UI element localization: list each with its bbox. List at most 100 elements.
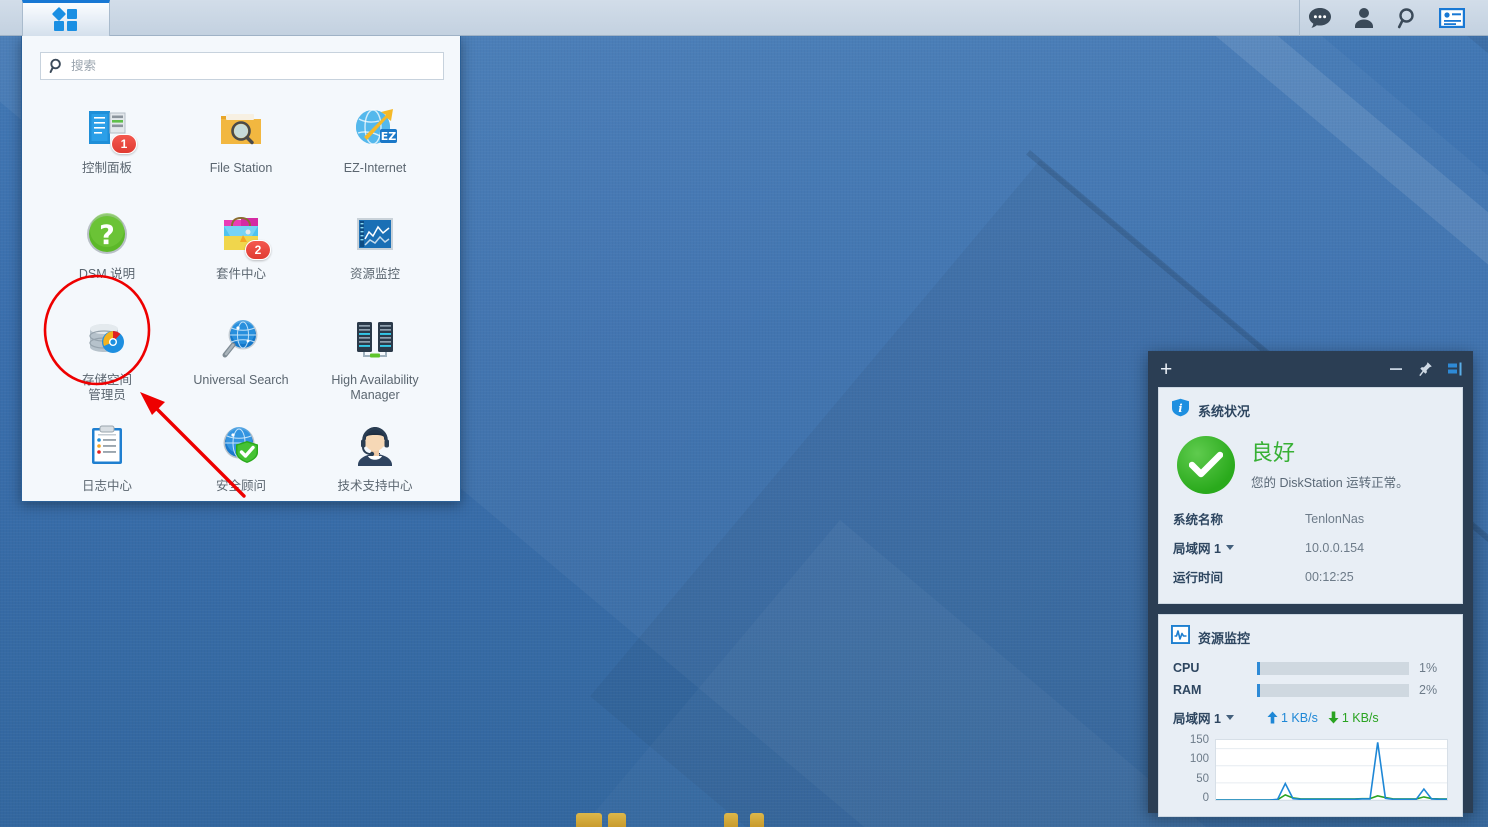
chart-series-上传 <box>1216 742 1447 800</box>
system-health-widget: i 系统状况 良好 您的 DiskStation 运转正常。 系统名称 Te <box>1158 387 1463 604</box>
app-label: 技术支持中心 <box>337 479 412 494</box>
app-package-center[interactable]: 2 套件中心 <box>174 200 308 300</box>
log-center-icon <box>81 420 133 472</box>
svg-text:?: ? <box>99 220 115 251</box>
resource-monitor-title: 资源监控 <box>1198 628 1250 647</box>
taskbar <box>0 0 1488 36</box>
app-label: 存储空间 管理员 <box>82 373 132 403</box>
svg-text:EZ: EZ <box>381 130 397 143</box>
chart-y-tick: 50 <box>1196 773 1209 785</box>
package-center-icon: 2 <box>215 208 267 260</box>
network-chart: 150 100 50 0 <box>1173 739 1448 804</box>
storage-manager-icon <box>81 314 133 366</box>
minimize-icon[interactable] <box>1388 363 1404 375</box>
app-security-advisor[interactable]: 安全顾问 <box>174 412 308 512</box>
ram-label: RAM <box>1173 683 1257 697</box>
lan-ip-value: 10.0.0.154 <box>1305 541 1364 555</box>
desktop-shortcut-stub[interactable] <box>576 813 602 827</box>
system-health-description: 您的 DiskStation 运转正常。 <box>1251 472 1409 491</box>
upload-rate: 1 KB/s <box>1267 711 1318 725</box>
app-grid: 1 控制面板 File Station <box>40 94 442 512</box>
uptime-value: 00:12:25 <box>1305 570 1354 584</box>
system-health-status-row: 良好 您的 DiskStation 运转正常。 <box>1173 432 1448 504</box>
arrow-up-icon <box>1267 711 1278 724</box>
ram-meter-row: RAM 2% <box>1173 679 1448 701</box>
app-file-station[interactable]: File Station <box>174 94 308 194</box>
search-field-container[interactable] <box>40 52 444 80</box>
app-support-center[interactable]: 技术支持中心 <box>308 412 442 512</box>
universal-search-icon <box>215 314 267 366</box>
control-panel-icon: 1 <box>81 102 133 154</box>
badge-count: 2 <box>245 240 271 260</box>
cpu-percent: 1% <box>1419 661 1437 675</box>
resource-monitor-icon <box>1171 625 1190 649</box>
ram-meter-fill <box>1257 684 1260 697</box>
badge-count: 1 <box>111 134 137 154</box>
network-interface-selector[interactable]: 局域网 1 <box>1173 708 1257 727</box>
app-log-center[interactable]: 日志中心 <box>40 412 174 512</box>
user-options-icon[interactable] <box>1344 1 1384 35</box>
chevron-down-icon[interactable] <box>1226 545 1234 550</box>
lan-row[interactable]: 局域网 1 10.0.0.154 <box>1173 533 1448 562</box>
main-menu-panel: 1 控制面板 File Station <box>21 36 461 502</box>
ha-manager-icon <box>349 314 401 366</box>
system-health-header: i 系统状况 <box>1159 388 1462 428</box>
app-resource-monitor[interactable]: 资源监控 <box>308 200 442 300</box>
app-label: 资源监控 <box>350 267 400 282</box>
lan-label[interactable]: 局域网 1 <box>1173 538 1305 557</box>
app-label: 日志中心 <box>82 479 132 494</box>
dsm-help-icon: ? <box>81 208 133 260</box>
resource-monitor-body: CPU 1% RAM 2% 局域网 1 <box>1159 655 1462 816</box>
app-control-panel[interactable]: 1 控制面板 <box>40 94 174 194</box>
desktop-shortcut-stub[interactable] <box>750 813 764 827</box>
chevron-down-icon[interactable] <box>1226 715 1234 720</box>
app-label: 安全顾问 <box>216 479 266 494</box>
app-label: EZ-Internet <box>344 161 407 176</box>
check-circle-icon <box>1177 436 1235 494</box>
app-high-availability-manager[interactable]: High Availability Manager <box>308 306 442 406</box>
ram-percent: 2% <box>1419 683 1437 697</box>
app-universal-search[interactable]: Universal Search <box>174 306 308 406</box>
desktop-shortcut-stub[interactable] <box>608 813 626 827</box>
system-name-label: 系统名称 <box>1173 509 1305 528</box>
chart-y-axis: 150 100 50 0 <box>1173 734 1215 804</box>
download-rate: 1 KB/s <box>1328 711 1379 725</box>
main-menu-button[interactable] <box>22 0 110 36</box>
svg-text:i: i <box>1178 402 1182 415</box>
resource-monitor-icon <box>349 208 401 260</box>
app-label: Universal Search <box>193 373 288 388</box>
app-label: High Availability Manager <box>315 373 435 403</box>
taskbar-tray <box>1299 0 1488 36</box>
network-row: 局域网 1 1 KB/s 1 KB/s <box>1173 701 1448 731</box>
cpu-meter-track <box>1257 662 1409 675</box>
synology-logo-icon <box>53 7 79 33</box>
system-health-text: 良好 您的 DiskStation 运转正常。 <box>1251 440 1409 491</box>
add-widget-button[interactable]: + <box>1160 359 1172 380</box>
search-icon[interactable] <box>1388 1 1428 35</box>
uptime-row: 运行时间 00:12:25 <box>1173 562 1448 591</box>
notifications-icon[interactable] <box>1300 1 1340 35</box>
search-input[interactable] <box>71 59 435 73</box>
chart-y-tick: 100 <box>1190 753 1209 765</box>
widget-panel: + <box>1148 351 1473 813</box>
app-dsm-help[interactable]: ? DSM 说明 <box>40 200 174 300</box>
widget-panel-icon[interactable] <box>1432 1 1472 35</box>
app-storage-manager[interactable]: 存储空间 管理员 <box>40 306 174 406</box>
resource-monitor-header: 资源监控 <box>1159 615 1462 655</box>
desktop-shortcut-stub[interactable] <box>724 813 738 827</box>
pin-icon[interactable] <box>1418 361 1433 377</box>
file-station-icon <box>215 102 267 154</box>
dock-icon[interactable] <box>1447 362 1463 376</box>
chart-y-tick: 150 <box>1190 734 1209 746</box>
app-ez-internet[interactable]: EZ EZ-Internet <box>308 94 442 194</box>
system-health-body: 良好 您的 DiskStation 运转正常。 系统名称 TenlonNas 局… <box>1159 428 1462 603</box>
chart-plot-area <box>1215 739 1448 801</box>
system-health-status: 良好 <box>1251 440 1409 466</box>
cpu-meter-fill <box>1257 662 1260 675</box>
search-icon <box>49 58 65 74</box>
cpu-label: CPU <box>1173 661 1257 675</box>
uptime-label: 运行时间 <box>1173 567 1305 586</box>
widget-titlebar-controls <box>1388 361 1463 377</box>
app-label: 控制面板 <box>82 161 132 176</box>
app-label: DSM 说明 <box>79 267 135 282</box>
